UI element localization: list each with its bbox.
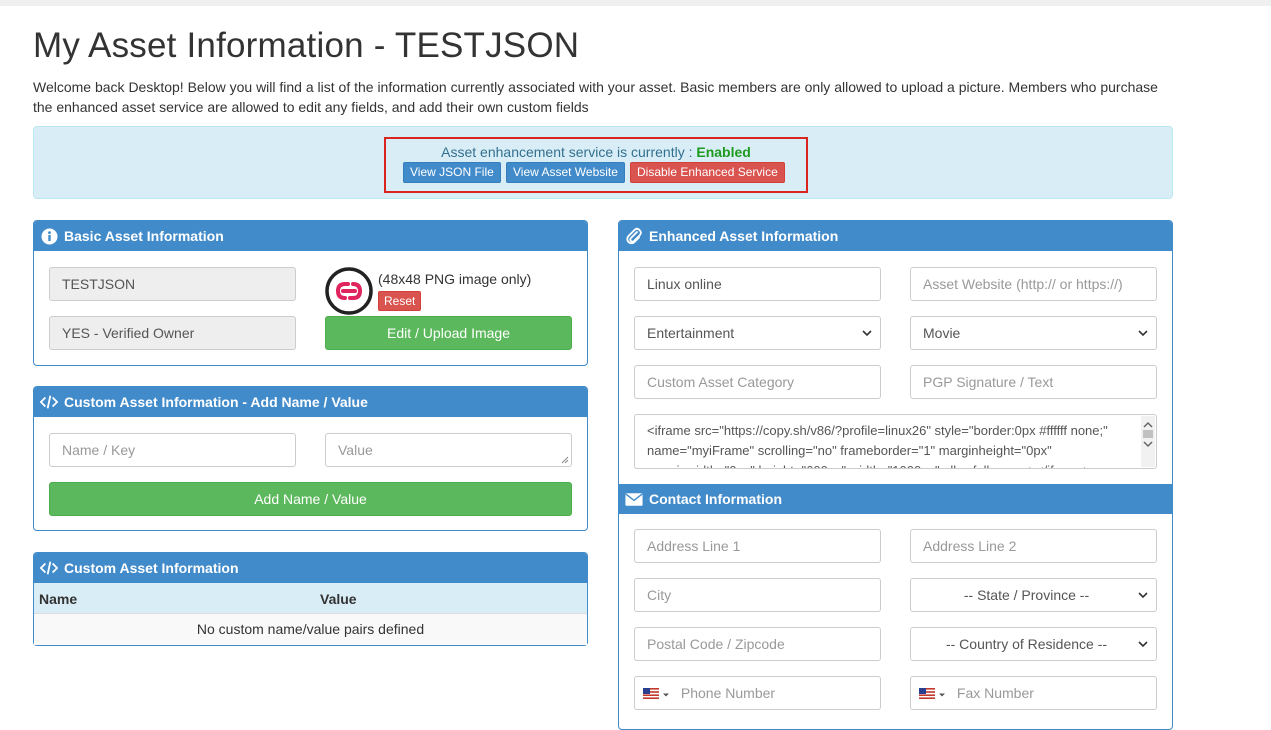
view-website-button[interactable]: View Asset Website — [506, 162, 625, 183]
scroll-down-icon[interactable] — [1141, 437, 1155, 451]
subcategory-selected: Movie — [923, 325, 961, 341]
status-prefix: Asset enhancement service is currently : — [441, 144, 697, 160]
custom-table-header: Name Value — [34, 583, 587, 614]
custom-list-heading: Custom Asset Information — [34, 553, 587, 583]
reset-image-button[interactable]: Reset — [378, 291, 422, 311]
custom-name-input[interactable]: Name / Key — [49, 433, 296, 467]
us-flag-icon — [643, 688, 659, 699]
asset-description-input[interactable]: Linux online — [634, 267, 881, 301]
category-select[interactable]: Entertainment — [634, 316, 881, 350]
us-flag-icon — [919, 688, 935, 699]
custom-add-title: Custom Asset Information - Add Name / Va… — [64, 394, 368, 410]
info-circle-icon — [40, 227, 58, 245]
chevron-down-icon — [1138, 330, 1148, 337]
owner-status-field[interactable]: YES - Verified Owner — [49, 316, 296, 350]
column-header-value: Value — [320, 591, 357, 607]
upload-image-button[interactable]: Edit / Upload Image — [325, 316, 572, 350]
custom-value-placeholder: Value — [338, 442, 373, 458]
empty-table-row: No custom name/value pairs defined — [34, 614, 587, 645]
contact-info-title: Contact Information — [649, 491, 782, 507]
custom-list-title: Custom Asset Information — [64, 560, 239, 576]
caret-down-icon — [939, 693, 945, 697]
asset-website-input[interactable]: Asset Website (http:// or https://) — [910, 267, 1157, 301]
top-bar — [0, 0, 1271, 6]
envelope-icon — [625, 490, 643, 508]
pgp-signature-input[interactable]: PGP Signature / Text — [910, 365, 1157, 399]
state-select[interactable]: -- State / Province -- — [910, 578, 1157, 612]
fax-number-input[interactable]: Fax Number — [910, 676, 1157, 710]
add-name-value-button[interactable]: Add Name / Value — [49, 482, 572, 516]
code-icon — [40, 559, 58, 577]
embed-code-text: <iframe src="https://copy.sh/v86/?profil… — [647, 423, 1108, 468]
caret-down-icon — [663, 693, 669, 697]
enhanced-info-panel: Enhanced Asset Information Linux online … — [618, 220, 1173, 730]
service-status-line: Asset enhancement service is currently :… — [386, 144, 806, 160]
basic-info-title: Basic Asset Information — [64, 228, 224, 244]
country-selected: -- Country of Residence -- — [945, 636, 1108, 652]
chevron-down-icon — [862, 330, 872, 337]
paperclip-icon — [625, 227, 643, 245]
resize-handle-icon[interactable] — [561, 456, 569, 464]
intro-text: Welcome back Desktop! Below you will fin… — [33, 79, 1158, 115]
address-line2-input[interactable]: Address Line 2 — [910, 529, 1157, 563]
enhanced-info-heading: Enhanced Asset Information — [619, 221, 1172, 251]
custom-value-input[interactable]: Value — [325, 433, 572, 467]
enhanced-info-title: Enhanced Asset Information — [649, 228, 839, 244]
embed-code-textarea[interactable]: <iframe src="https://copy.sh/v86/?profil… — [634, 414, 1157, 469]
phone-country-picker[interactable] — [643, 685, 681, 701]
column-header-name: Name — [39, 591, 78, 607]
code-icon — [40, 393, 58, 411]
custom-list-panel: Custom Asset Information Name Value No c… — [33, 552, 588, 646]
asset-name-field[interactable]: TESTJSON — [49, 267, 296, 301]
custom-add-heading: Custom Asset Information - Add Name / Va… — [34, 387, 587, 417]
country-select[interactable]: -- Country of Residence -- — [910, 627, 1157, 661]
custom-add-panel: Custom Asset Information - Add Name / Va… — [33, 386, 588, 531]
contact-info-heading: Contact Information — [619, 484, 1172, 514]
chain-link-logo-icon — [325, 267, 373, 315]
state-selected: -- State / Province -- — [963, 587, 1090, 603]
phone-placeholder: Phone Number — [680, 685, 776, 701]
phone-number-input[interactable]: Phone Number — [634, 676, 881, 710]
fax-country-picker[interactable] — [919, 685, 957, 701]
chevron-down-icon — [1138, 592, 1148, 599]
subcategory-select[interactable]: Movie — [910, 316, 1157, 350]
custom-category-input[interactable]: Custom Asset Category — [634, 365, 881, 399]
fax-placeholder: Fax Number — [956, 685, 1034, 701]
chevron-down-icon — [1138, 641, 1148, 648]
postal-code-input[interactable]: Postal Code / Zipcode — [634, 627, 881, 661]
status-value: Enabled — [696, 144, 751, 160]
basic-info-heading: Basic Asset Information — [34, 221, 587, 251]
disable-service-button[interactable]: Disable Enhanced Service — [630, 162, 785, 183]
view-json-button[interactable]: View JSON File — [403, 162, 501, 183]
page-title: My Asset Information - TESTJSON — [33, 26, 580, 65]
image-note: (48x48 PNG image only) — [378, 271, 532, 287]
address-line1-input[interactable]: Address Line 1 — [634, 529, 881, 563]
category-selected: Entertainment — [647, 325, 735, 341]
textarea-scrollbar[interactable] — [1141, 416, 1155, 467]
city-input[interactable]: City — [634, 578, 881, 612]
basic-info-panel: Basic Asset Information TESTJSON YES - V… — [33, 220, 588, 366]
